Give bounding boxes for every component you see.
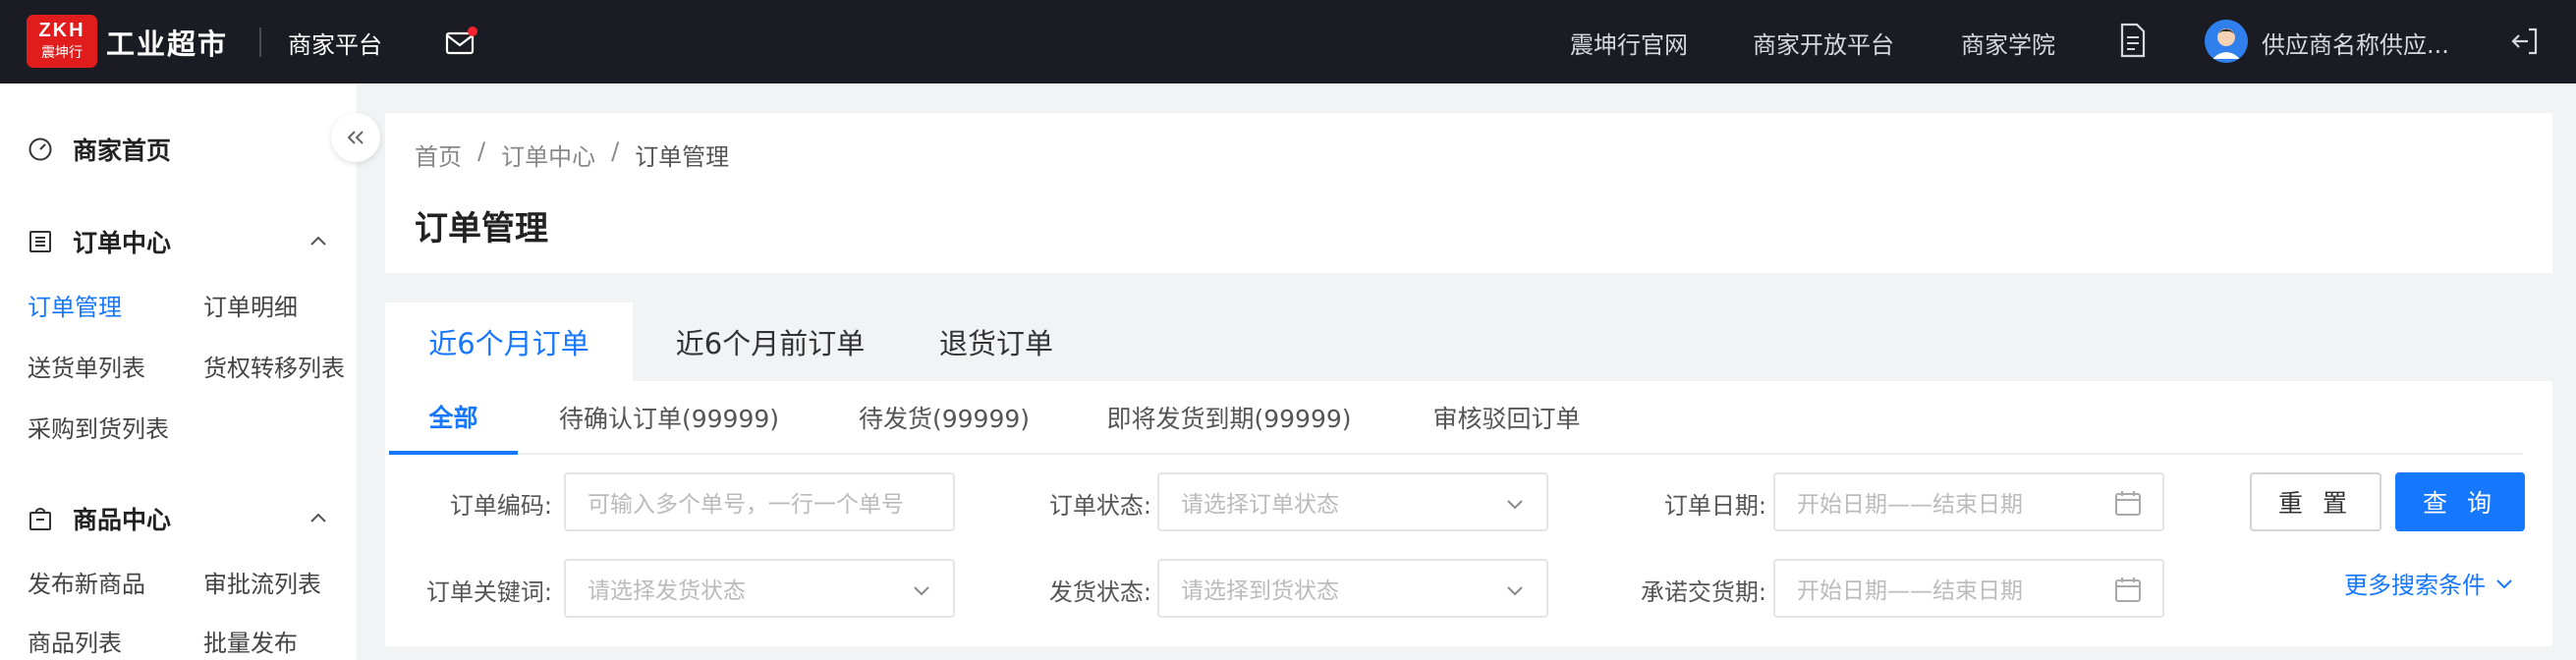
subtab-pending-shipment[interactable]: 待发货(99999) <box>851 381 1037 453</box>
order-code-label: 订单编码: <box>449 492 552 520</box>
order-status-label: 订单状态: <box>1048 492 1151 520</box>
more-search-conditions-link[interactable]: 更多搜索条件 <box>2344 566 2515 600</box>
chevron-down-icon <box>2496 578 2512 588</box>
subtab-pending-confirm[interactable]: 待确认订单(99999) <box>546 381 792 453</box>
sidebar-item-order-management[interactable]: 订单管理 <box>28 288 122 322</box>
tab-recent-6-months[interactable]: 近6个月订单 <box>385 302 633 381</box>
breadcrumb-separator: / <box>477 138 486 165</box>
order-keyword-select[interactable]: 请选择发货状态 <box>564 559 955 618</box>
query-button[interactable]: 查 询 <box>2395 472 2525 531</box>
chevron-down-icon <box>1507 500 1523 510</box>
dashboard-icon <box>28 138 52 161</box>
breadcrumb-order-center[interactable]: 订单中心 <box>501 138 595 172</box>
order-code-placeholder: 可输入多个单号，一行一个单号 <box>588 492 904 518</box>
order-date-label: 订单日期: <box>1663 492 1766 520</box>
calendar-icon <box>2115 578 2141 602</box>
merchant-academy-link[interactable]: 商家学院 <box>1961 26 2055 60</box>
promise-date-range[interactable]: 开始日期——结束日期 <box>1773 559 2164 618</box>
collapse-sidebar-button[interactable] <box>331 113 380 162</box>
sidebar-item-product-list[interactable]: 商品列表 <box>28 624 122 658</box>
order-filter-panel: 近6个月订单 近6个月前订单 退货订单 全部 待确认订单(99999) 待发货(… <box>385 302 2552 646</box>
open-platform-link[interactable]: 商家开放平台 <box>1753 26 1894 60</box>
divider <box>259 28 261 57</box>
chevron-down-icon <box>1507 586 1523 596</box>
brand-title: 工业超市 <box>106 28 229 61</box>
logo-text: ZKH <box>38 20 85 41</box>
page-header: 首页 / 订单中心 / 订单管理 订单管理 <box>385 113 2552 273</box>
order-keyword-label: 订单关键词: <box>425 578 552 606</box>
breadcrumb-current: 订单管理 <box>635 143 730 171</box>
ship-status-placeholder: 请选择到货状态 <box>1181 578 1339 604</box>
official-site-link[interactable]: 震坤行官网 <box>1570 26 1688 60</box>
list-icon <box>29 231 51 252</box>
sidebar-item-bulk-publish[interactable]: 批量发布 <box>203 624 298 658</box>
ship-status-select[interactable]: 请选择到货状态 <box>1157 559 1548 618</box>
sidebar-item-approval-flow[interactable]: 审批流列表 <box>203 565 321 599</box>
top-bar: ZKH 震坤行 工业超市 商家平台 震坤行官网 商家开放平台 商家学院 供应商名… <box>0 0 2576 83</box>
mail-icon[interactable] <box>444 26 477 57</box>
logo-subtext: 震坤行 <box>41 44 83 60</box>
platform-title: 商家平台 <box>288 31 382 59</box>
sidebar-orders-label: 订单中心 <box>73 229 172 257</box>
more-search-label: 更多搜索条件 <box>2344 572 2486 599</box>
bag-icon <box>29 508 51 530</box>
sidebar-item-purchase-arrival[interactable]: 采购到货列表 <box>28 410 169 444</box>
calendar-icon <box>2115 491 2141 516</box>
tab-before-6-months[interactable]: 近6个月前订单 <box>633 302 908 381</box>
sidebar-item-delivery-list[interactable]: 送货单列表 <box>28 349 145 383</box>
subtab-shipment-due-soon[interactable]: 即将发货到期(99999) <box>1096 381 1362 453</box>
sidebar: 商家首页 订单中心 订单管理 订单明细 送货单列表 货权转移列表 采购到货列表 … <box>0 83 357 660</box>
chevron-up-icon[interactable] <box>305 505 332 532</box>
double-chevron-left-icon <box>347 131 364 144</box>
document-icon[interactable] <box>2118 22 2148 59</box>
status-tabs: 全部 待确认订单(99999) 待发货(99999) 即将发货到期(99999)… <box>389 381 2523 455</box>
sidebar-group-orders[interactable]: 订单中心 <box>28 224 171 259</box>
sidebar-item-publish-product[interactable]: 发布新商品 <box>28 565 145 599</box>
sidebar-item-order-details[interactable]: 订单明细 <box>203 288 298 322</box>
order-code-input[interactable]: 可输入多个单号，一行一个单号 <box>564 472 955 531</box>
order-date-placeholder: 开始日期——结束日期 <box>1797 492 2023 518</box>
tab-return-orders[interactable]: 退货订单 <box>908 302 1085 381</box>
sidebar-products-label: 商品中心 <box>73 506 172 534</box>
breadcrumb-home[interactable]: 首页 <box>415 138 462 172</box>
user-name[interactable]: 供应商名称供应... <box>2262 26 2449 60</box>
order-date-range[interactable]: 开始日期——结束日期 <box>1773 472 2164 531</box>
breadcrumb: 首页 / 订单中心 / 订单管理 <box>415 138 745 172</box>
logout-icon[interactable] <box>2509 26 2541 57</box>
sidebar-group-products[interactable]: 商品中心 <box>28 501 171 536</box>
sidebar-item-title-transfer[interactable]: 货权转移列表 <box>203 349 345 383</box>
sidebar-item-home[interactable]: 商家首页 <box>28 132 171 167</box>
page-title: 订单管理 <box>415 209 548 248</box>
zkh-logo[interactable]: ZKH 震坤行 <box>27 15 97 68</box>
avatar[interactable] <box>2205 20 2248 63</box>
subtab-all[interactable]: 全部 <box>389 381 518 455</box>
subtab-rejected[interactable]: 审核驳回订单 <box>1421 381 1593 453</box>
promise-date-label: 承诺交货期: <box>1640 578 1766 606</box>
sidebar-home-label: 商家首页 <box>73 137 172 165</box>
reset-button[interactable]: 重 置 <box>2250 472 2381 531</box>
order-status-select[interactable]: 请选择订单状态 <box>1157 472 1548 531</box>
main-tabs: 近6个月订单 近6个月前订单 退货订单 <box>385 302 2552 381</box>
promise-date-placeholder: 开始日期——结束日期 <box>1797 578 2023 604</box>
breadcrumb-separator: / <box>611 138 620 165</box>
order-status-placeholder: 请选择订单状态 <box>1181 492 1339 518</box>
chevron-down-icon <box>914 586 929 596</box>
ship-status-label: 发货状态: <box>1048 578 1151 606</box>
order-keyword-placeholder: 请选择发货状态 <box>588 578 746 604</box>
chevron-up-icon[interactable] <box>305 228 332 255</box>
